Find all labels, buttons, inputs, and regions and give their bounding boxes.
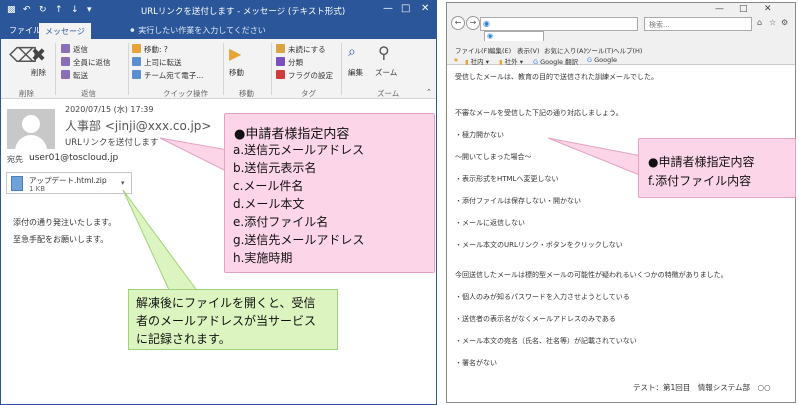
- callout-item: c.メール件名: [233, 179, 304, 193]
- callout-green-pointer: [122, 189, 199, 293]
- callout-item: a.送信元メールアドレス: [233, 143, 365, 157]
- callout-item: g.送信先メールアドレス: [233, 233, 365, 247]
- callout-line: 者のメールアドレスが当サービス: [136, 314, 317, 328]
- callout-item: d.メール本文: [233, 197, 305, 211]
- callout-pink-pointer: [159, 137, 229, 173]
- callout-title: ●申請者様指定内容: [234, 127, 350, 142]
- callout-item: b.送信元表示名: [233, 161, 317, 175]
- callout-item: f.添付ファイル内容: [648, 174, 752, 188]
- callout-item: h.実施時期: [233, 251, 293, 265]
- callout-line: 解凍後にファイルを開くと、受信: [136, 296, 316, 310]
- callout-title: ●申請者様指定内容: [648, 155, 755, 169]
- callout-line: に記録されます。: [136, 332, 231, 346]
- callout-item: e.添付ファイル名: [233, 215, 329, 229]
- callout-right-pointer: [547, 137, 643, 177]
